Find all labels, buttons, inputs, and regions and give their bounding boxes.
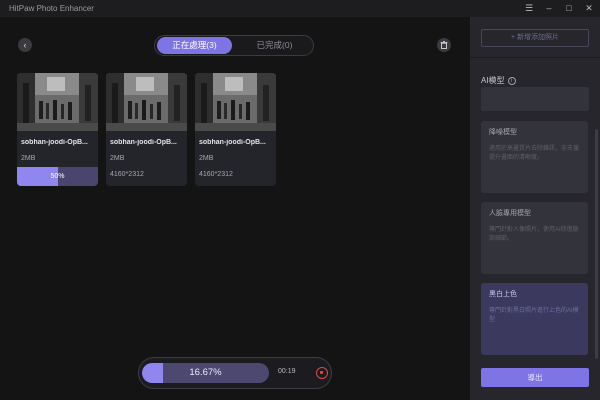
- image-name: sobhan-joodi-OpB...: [110, 139, 177, 146]
- window-controls: ☰ – □ ✕: [524, 2, 594, 14]
- model-description: 專門針對人像照片，使用AI修復臉部細節。: [489, 227, 579, 242]
- stop-icon[interactable]: [316, 367, 328, 379]
- trash-icon: [440, 41, 448, 49]
- tab-completed[interactable]: 已完成(0): [237, 37, 312, 54]
- export-button[interactable]: 導出: [481, 368, 589, 387]
- maximize-icon[interactable]: □: [564, 2, 574, 14]
- app-title: HitPaw Photo Enhancer: [9, 4, 94, 13]
- model-description: 適用於高畫質片去除雜訊，亦支援提升畫面的清晰度。: [489, 146, 580, 161]
- model-card-colorize[interactable]: 黑白上色 專門針對黑白照片進行上色的AI模型: [481, 283, 588, 355]
- image-name: sobhan-joodi-OpB...: [21, 139, 88, 146]
- minimize-icon[interactable]: –: [544, 2, 554, 14]
- item-progress-bar: 50%: [17, 167, 98, 186]
- chevron-left-icon: ‹: [23, 40, 27, 50]
- back-button[interactable]: ‹: [18, 38, 32, 52]
- overall-progress-label: 16.67%: [189, 367, 222, 378]
- main-panel: ‹ 正在處理(3) 已完成(0) sobhan-joodi-OpB... 2MB…: [0, 17, 470, 400]
- image-size: 2MB: [110, 155, 125, 162]
- image-card[interactable]: sobhan-joodi-OpB... 2MB 4160*2312: [106, 73, 187, 186]
- tab-processing[interactable]: 正在處理(3): [157, 37, 232, 54]
- image-size: 2MB: [199, 155, 214, 162]
- ai-model-heading: AI模型 i: [481, 75, 516, 86]
- image-thumbnail: [195, 73, 276, 131]
- model-sidebar: + 新增添加照片 AI模型 i 降噪模型 適用於高畫質片去除雜訊，亦支援提升畫面…: [470, 17, 600, 400]
- model-description: 專門針對黑白照片進行上色的AI模型: [489, 308, 579, 323]
- delete-button[interactable]: [437, 38, 451, 52]
- info-icon[interactable]: i: [507, 76, 516, 85]
- menu-icon[interactable]: ☰: [524, 2, 534, 14]
- ai-model-label: AI模型: [481, 76, 505, 85]
- image-name: sobhan-joodi-OpB...: [199, 139, 266, 146]
- overall-progress-panel: 16.67% 00:19: [138, 357, 332, 389]
- add-photo-button[interactable]: + 新增添加照片: [481, 29, 589, 47]
- image-thumbnail: [17, 73, 98, 131]
- image-thumbnail: [106, 73, 187, 131]
- model-title: 降噪模型: [489, 129, 517, 136]
- model-card-face[interactable]: 人臉專用模型 專門針對人像照片，使用AI修復臉部細節。: [481, 202, 588, 274]
- model-title: 黑白上色: [489, 291, 517, 298]
- status-tabs: 正在處理(3) 已完成(0): [154, 35, 314, 56]
- image-card[interactable]: sobhan-joodi-OpB... 2MB 50%: [17, 73, 98, 186]
- divider: [470, 57, 600, 58]
- sidebar-scrollbar[interactable]: [595, 129, 598, 359]
- model-select[interactable]: [481, 87, 589, 111]
- image-card[interactable]: sobhan-joodi-OpB... 2MB 4160*2312: [195, 73, 276, 186]
- close-icon[interactable]: ✕: [584, 2, 594, 14]
- elapsed-time: 00:19: [278, 368, 296, 375]
- title-bar: HitPaw Photo Enhancer ☰ – □ ✕: [0, 0, 600, 17]
- model-card-denoise[interactable]: 降噪模型 適用於高畫質片去除雜訊，亦支援提升畫面的清晰度。: [481, 121, 588, 193]
- overall-progress-bar: 16.67%: [142, 363, 269, 383]
- model-title: 人臉專用模型: [489, 210, 531, 217]
- image-dimensions: 4160*2312: [199, 171, 233, 178]
- image-size: 2MB: [21, 155, 36, 162]
- image-dimensions: 4160*2312: [110, 171, 144, 178]
- item-progress-label: 50%: [50, 173, 65, 180]
